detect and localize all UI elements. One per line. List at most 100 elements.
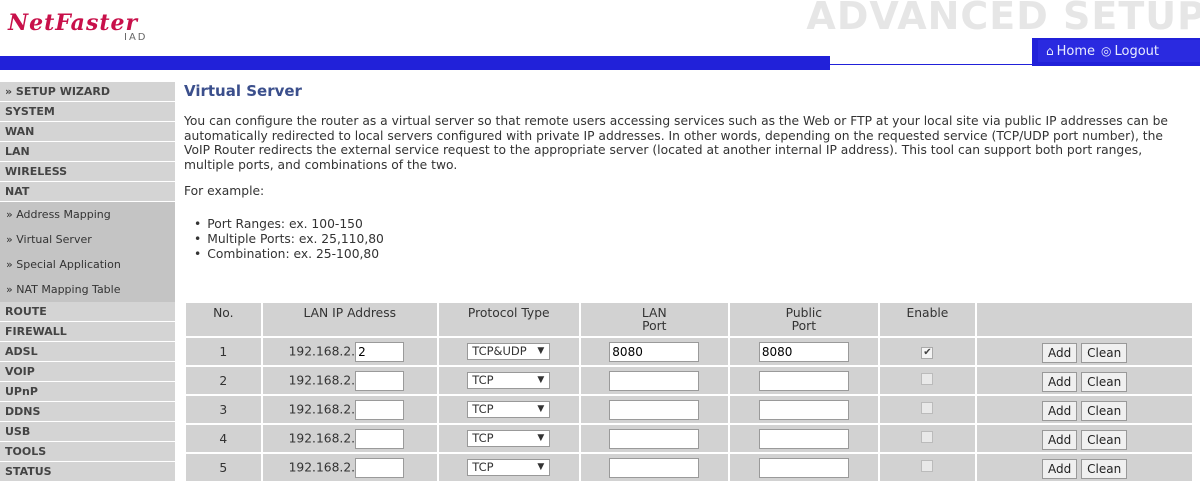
enable-checkbox[interactable] <box>921 431 934 443</box>
public-port-input[interactable] <box>758 370 849 391</box>
sidebar-item-ddns[interactable]: DDNS <box>0 402 175 422</box>
clean-button[interactable]: Clean <box>1081 342 1128 363</box>
actions-cell: Add Clean <box>977 396 1192 423</box>
lan-port-input[interactable] <box>609 457 700 478</box>
row-number: 2 <box>186 367 261 394</box>
sidebar-item-firewall[interactable]: FIREWALL <box>0 322 175 342</box>
public-port-input[interactable] <box>758 457 849 478</box>
actions-cell: Add Clean <box>977 338 1192 365</box>
sidebar-subitem-nat-mapping-table[interactable]: » NAT Mapping Table <box>0 277 175 302</box>
lan-port-input[interactable] <box>609 341 700 362</box>
sidebar-nav: » SETUP WIZARD SYSTEM WAN LAN WIRELESS N… <box>0 82 175 485</box>
lan-port-cell <box>580 338 729 365</box>
enable-checkbox[interactable] <box>921 373 934 385</box>
col-header-protocol: Protocol Type <box>438 303 579 336</box>
lan-port-input[interactable] <box>609 399 700 420</box>
ip-suffix-input[interactable] <box>355 428 405 449</box>
home-link[interactable]: ⌂ Home <box>1046 44 1095 59</box>
sidebar-item-lan[interactable]: LAN <box>0 142 175 162</box>
public-port-cell <box>730 367 878 394</box>
table-row: 2 192.168.2. TCP ▼ Add Clean <box>186 367 1192 394</box>
protocol-value: TCP <box>472 373 494 387</box>
table-row: 5 192.168.2. TCP ▼ Add Clean <box>186 454 1192 481</box>
public-port-cell <box>730 425 878 452</box>
sidebar-item-system[interactable]: SYSTEM <box>0 102 175 122</box>
add-button[interactable]: Add <box>1042 371 1078 392</box>
public-port-cell <box>730 396 878 423</box>
enable-checkbox[interactable] <box>921 402 934 414</box>
logout-link[interactable]: ◎ Logout <box>1101 44 1159 59</box>
sidebar-item-status[interactable]: STATUS <box>0 462 175 482</box>
virtual-server-table: No. LAN IP Address Protocol Type LAN Port… <box>184 301 1194 483</box>
sidebar-item-tools[interactable]: TOOLS <box>0 442 175 462</box>
sidebar-item-upnp[interactable]: UPnP <box>0 382 175 402</box>
table-row: 4 192.168.2. TCP ▼ Add Clean <box>186 425 1192 452</box>
sidebar-item-nat[interactable]: NAT <box>0 182 175 202</box>
sidebar-item-wan[interactable]: WAN <box>0 122 175 142</box>
public-port-cell <box>730 338 878 365</box>
protocol-select[interactable]: TCP ▼ <box>467 401 551 418</box>
ip-suffix-input[interactable] <box>355 370 405 391</box>
protocol-value: TCP <box>472 402 494 416</box>
sidebar-subitem-virtual-server[interactable]: » Virtual Server <box>0 227 175 252</box>
sidebar-subitem-address-mapping[interactable]: » Address Mapping <box>0 202 175 227</box>
lan-port-input[interactable] <box>609 428 700 449</box>
ip-prefix: 192.168.2. <box>288 373 356 387</box>
clean-button[interactable]: Clean <box>1081 458 1128 479</box>
sidebar-item-setup-wizard[interactable]: » SETUP WIZARD <box>0 82 175 102</box>
add-button[interactable]: Add <box>1042 429 1078 450</box>
protocol-select[interactable]: TCP ▼ <box>467 372 551 389</box>
brand-logo: NetFaster IAD <box>4 8 174 44</box>
public-port-input[interactable] <box>758 341 849 362</box>
lan-ip-cell: 192.168.2. <box>262 396 437 423</box>
ip-suffix-input[interactable] <box>355 341 405 362</box>
logo-wordmark: NetFaster <box>8 10 139 36</box>
logo-subtext: IAD <box>124 32 148 43</box>
row-number: 5 <box>186 454 261 481</box>
enable-cell <box>879 425 976 452</box>
protocol-cell: TCP ▼ <box>438 367 579 394</box>
add-button[interactable]: Add <box>1042 342 1078 363</box>
lan-port-input[interactable] <box>609 370 700 391</box>
ip-suffix-input[interactable] <box>355 399 405 420</box>
row-number: 3 <box>186 396 261 423</box>
enable-cell <box>879 367 976 394</box>
enable-cell <box>879 396 976 423</box>
add-button[interactable]: Add <box>1042 400 1078 421</box>
protocol-select[interactable]: TCP ▼ <box>467 459 551 476</box>
sidebar-item-usb[interactable]: USB <box>0 422 175 442</box>
enable-checkbox[interactable] <box>921 460 934 472</box>
sidebar-item-wireless[interactable]: WIRELESS <box>0 162 175 182</box>
public-port-cell <box>730 454 878 481</box>
sidebar-item-voip[interactable]: VOIP <box>0 362 175 382</box>
col-header-public-port: Public Port <box>730 303 878 336</box>
col-header-public-port-line2: Port <box>791 319 817 333</box>
public-port-input[interactable] <box>758 428 849 449</box>
clean-button[interactable]: Clean <box>1081 371 1128 392</box>
table-row: 1 192.168.2. TCP&UDP ▼ ✔ Add Clean <box>186 338 1192 365</box>
protocol-select[interactable]: TCP ▼ <box>467 430 551 447</box>
sidebar-item-adsl[interactable]: ADSL <box>0 342 175 362</box>
add-button[interactable]: Add <box>1042 458 1078 479</box>
example-label: For example: <box>184 184 265 198</box>
enable-cell <box>879 454 976 481</box>
clean-button[interactable]: Clean <box>1081 429 1128 450</box>
col-header-public-port-line1: Public <box>785 306 823 320</box>
col-header-lan-port-line1: LAN <box>641 306 667 320</box>
sidebar-item-route[interactable]: ROUTE <box>0 302 175 322</box>
enable-cell: ✔ <box>879 338 976 365</box>
clean-button[interactable]: Clean <box>1081 400 1128 421</box>
page-header: NetFaster IAD ADVANCED SETUP ⌂ Home ◎ Lo… <box>0 0 1200 72</box>
actions-cell: Add Clean <box>977 367 1192 394</box>
sidebar-subitem-special-application[interactable]: » Special Application <box>0 252 175 277</box>
lan-port-cell <box>580 454 729 481</box>
col-header-actions <box>977 303 1192 336</box>
ip-suffix-input[interactable] <box>355 457 405 478</box>
lan-ip-cell: 192.168.2. <box>262 367 437 394</box>
protocol-cell: TCP ▼ <box>438 425 579 452</box>
protocol-select[interactable]: TCP&UDP ▼ <box>467 343 551 360</box>
actions-cell: Add Clean <box>977 425 1192 452</box>
row-number: 4 <box>186 425 261 452</box>
public-port-input[interactable] <box>758 399 849 420</box>
enable-checkbox[interactable]: ✔ <box>921 347 934 359</box>
